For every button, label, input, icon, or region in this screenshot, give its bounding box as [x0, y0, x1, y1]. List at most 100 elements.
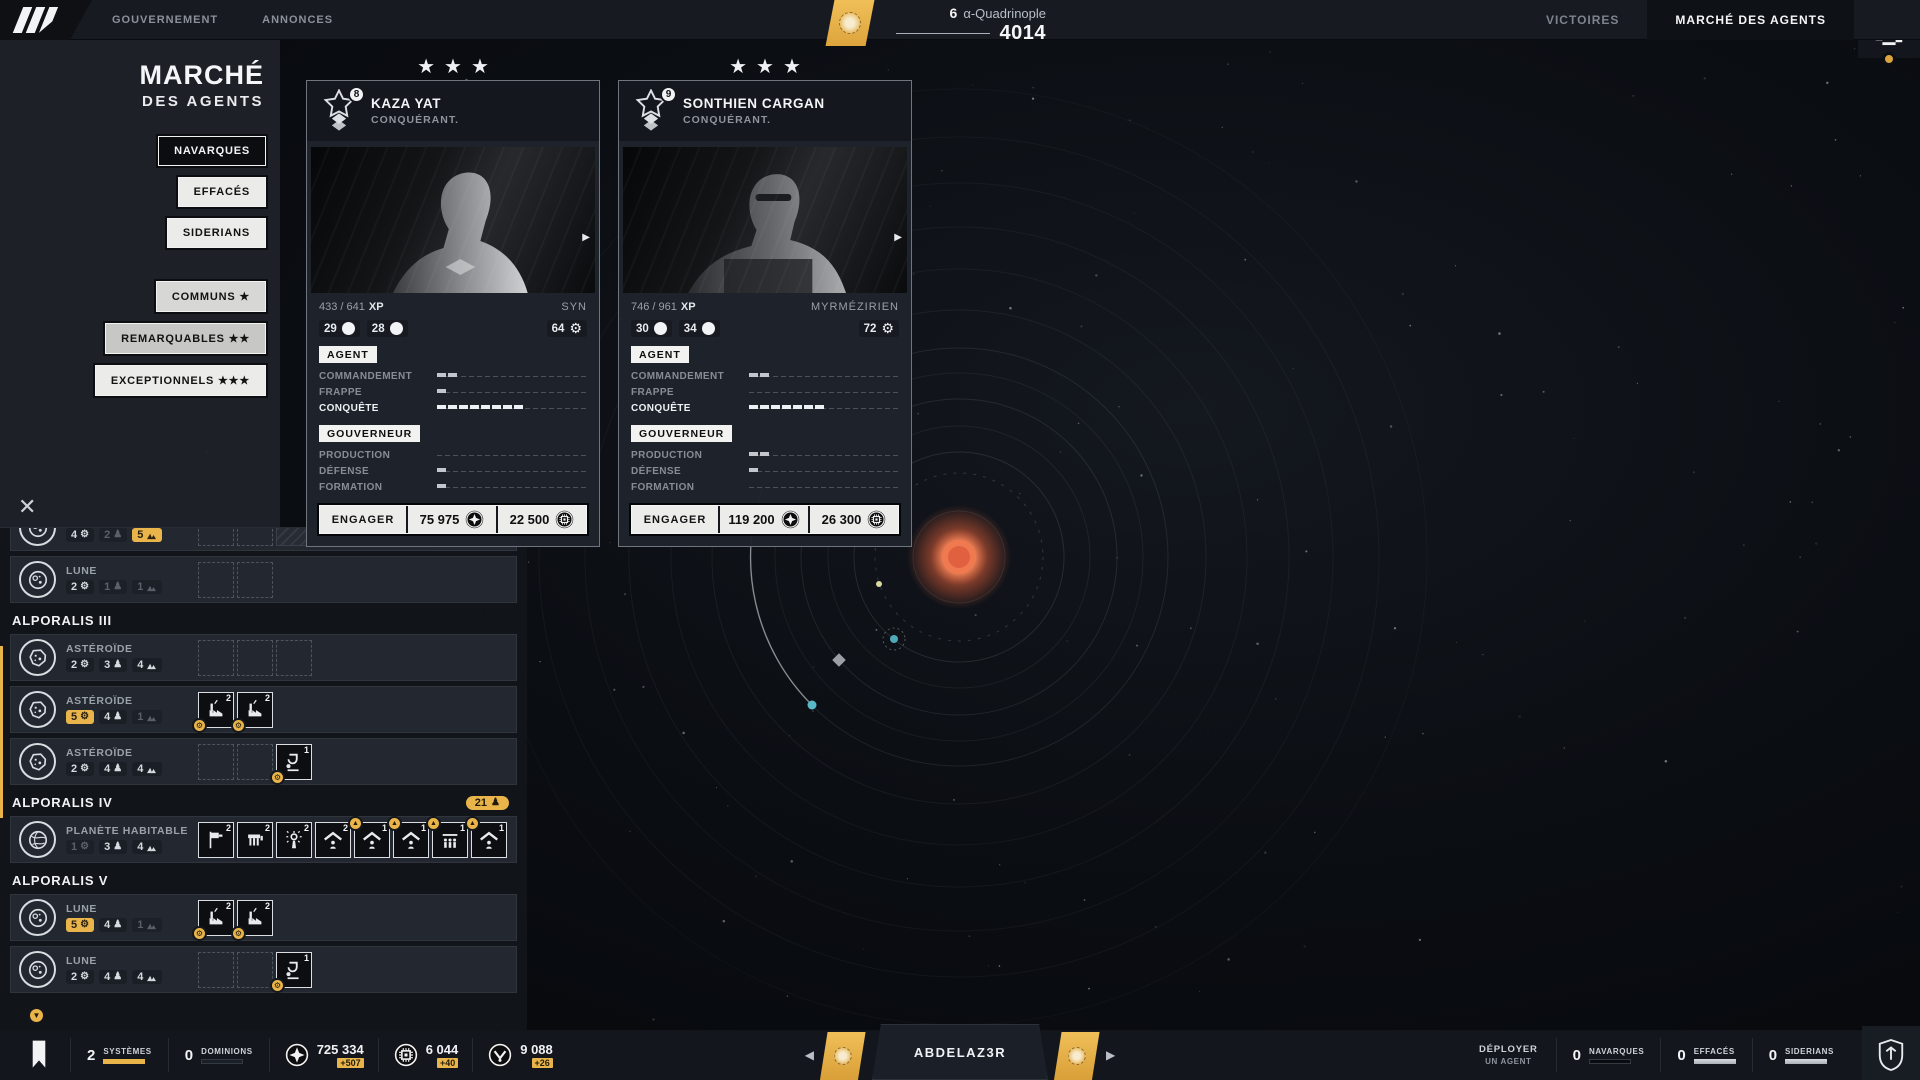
portrait-next-arrow[interactable]: ▶	[582, 232, 590, 243]
slot-factory[interactable]: 2⚙	[198, 900, 234, 936]
colony-row[interactable]: ASTÉROÏDE2⚙3♟4	[10, 634, 517, 681]
tab-victoires[interactable]: VICTOIRES	[1518, 0, 1647, 40]
agent-card[interactable]: ★★★8KAZA YATCONQUÉRANT.▶433 / 641XPSYN29…	[306, 80, 600, 547]
section-header: ALPORALIS V	[12, 873, 509, 888]
player-banner-left[interactable]	[820, 1032, 866, 1080]
filter-button-effacés[interactable]: EFFACÉS	[178, 177, 266, 207]
stat-name: FORMATION	[319, 482, 437, 493]
colony-row[interactable]: ASTÉROÏDE2⚙4♟41⚙	[10, 738, 517, 785]
next-player-arrow[interactable]: ▶	[1106, 1048, 1115, 1062]
player-banner-right[interactable]	[1054, 1032, 1100, 1080]
scroll-down-button[interactable]: ▼	[28, 1007, 45, 1024]
body-icon-moon	[19, 527, 56, 546]
flag-icon	[205, 829, 227, 851]
section-name: ALPORALIS IV	[12, 795, 113, 810]
filter-button-exceptionnels[interactable]: EXCEPTIONNELS ★★★	[95, 365, 266, 396]
xp-label: XP	[681, 301, 696, 313]
slot-empty[interactable]	[198, 562, 234, 598]
stat-bar	[437, 468, 587, 474]
slot-crane[interactable]: 1⚙	[276, 744, 312, 780]
slot-empty[interactable]	[276, 640, 312, 676]
engage-button[interactable]: ENGAGER	[320, 506, 408, 533]
stat-segment	[459, 405, 468, 409]
body-icon-asteroid	[19, 639, 56, 676]
filter-button-communs[interactable]: COMMUNS ★	[156, 281, 266, 312]
deploy-agent-button[interactable]: DÉPLOYER UN AGENT	[1461, 1044, 1556, 1066]
stat-bar	[749, 389, 899, 395]
slot-empty[interactable]	[198, 744, 234, 780]
slot-factory[interactable]: 2⚙	[237, 900, 273, 936]
slot-empty[interactable]	[237, 527, 273, 546]
agent-faction: MYRMÉZIRIEN	[811, 301, 899, 313]
agent-name: KAZA YAT	[371, 96, 459, 111]
colony-row[interactable]: LUNE2⚙4♟41⚙	[10, 946, 517, 993]
notification-dot[interactable]	[1882, 52, 1896, 66]
slot-factory[interactable]: 2⚙	[198, 692, 234, 728]
filter-button-siderians[interactable]: SIDERIANS	[167, 218, 266, 248]
colony-row[interactable]: LUNE5⚙4♟12⚙2⚙	[10, 894, 517, 941]
engage-button[interactable]: ENGAGER	[632, 506, 720, 533]
scrollbar-indicator[interactable]	[0, 646, 3, 818]
section-header: ALPORALIS III	[12, 613, 509, 628]
menu-item-gouvernement[interactable]: GOUVERNEMENT	[112, 14, 218, 26]
price-credits-value: 119 200	[728, 512, 774, 527]
bottom-right-cluster: DÉPLOYER UN AGENT 0NAVARQUES0EFFACÉS0SID…	[1461, 1030, 1920, 1080]
game-logo[interactable]	[0, 0, 92, 40]
counter-value: 2	[87, 1047, 95, 1064]
building-slots: 22221▲1▲1▲1▲	[198, 822, 507, 858]
filter-button-navarques[interactable]: NAVARQUES	[158, 136, 266, 166]
slot-empty[interactable]	[198, 952, 234, 988]
colony-row[interactable]: PLANÈTE HABITABLE1⚙3♟422221▲1▲1▲1▲	[10, 816, 517, 863]
agent-count-siderians: 0SIDERIANS	[1752, 1038, 1850, 1072]
agent-stars: ★★★	[619, 54, 911, 79]
agents-roster-button[interactable]	[1862, 1026, 1920, 1080]
stat-segment	[771, 405, 780, 409]
slot-empty[interactable]	[237, 744, 273, 780]
colony-chips: 2⚙3♟4	[66, 658, 188, 672]
slot-house[interactable]: 1▲	[393, 822, 429, 858]
prev-player-arrow[interactable]: ◀	[805, 1048, 814, 1062]
slot-flag[interactable]: 2	[198, 822, 234, 858]
slot-house[interactable]: 1▲	[471, 822, 507, 858]
stat-segment	[760, 405, 769, 409]
slot-empty[interactable]	[237, 952, 273, 988]
close-button[interactable]: ✕	[18, 494, 36, 520]
person-icon: ♟	[113, 920, 122, 930]
slot-empty[interactable]	[237, 562, 273, 598]
slot-beacon[interactable]: 2	[276, 822, 312, 858]
building-slots: 2⚙2⚙	[198, 692, 273, 728]
colony-row[interactable]: LUNE2⚙1♟1	[10, 556, 517, 603]
agent-count-label-col: SIDERIANS	[1785, 1047, 1834, 1064]
slot-house[interactable]: 2	[315, 822, 351, 858]
turn-banner[interactable]	[826, 0, 875, 46]
portrait-next-arrow[interactable]: ▶	[894, 232, 902, 243]
stat-segment	[760, 452, 769, 456]
stat-group-label: AGENT	[631, 346, 689, 363]
colony-type: ASTÉROÏDE	[66, 695, 188, 707]
agent-card[interactable]: ★★★9SONTHIEN CARGANCONQUÉRANT.▶746 / 961…	[618, 80, 912, 547]
agent-identity: KAZA YATCONQUÉRANT.	[371, 96, 459, 126]
slot-empty[interactable]	[198, 527, 234, 546]
menu-item-annonces[interactable]: ANNONCES	[262, 14, 333, 26]
skill-token: 64⚙	[547, 320, 587, 337]
trait-token: 34	[679, 320, 720, 337]
slot-people[interactable]: 1▲	[432, 822, 468, 858]
colony-info: LUNE2⚙1♟1	[66, 565, 188, 594]
player-name-plaque[interactable]: ABDELAZ3R	[872, 1024, 1048, 1080]
bookmark-icon[interactable]	[30, 1038, 48, 1072]
person-icon: ♟	[113, 530, 122, 540]
stat-row-formation: FORMATION	[319, 479, 587, 495]
chip-person: 3♟	[99, 658, 127, 672]
slot-depot[interactable]: 2	[237, 822, 273, 858]
filter-button-remarquables[interactable]: REMARQUABLES ★★	[105, 323, 266, 354]
slot-house[interactable]: 1▲	[354, 822, 390, 858]
engage-row: ENGAGER119 20026 300	[631, 505, 899, 534]
slot-crane[interactable]: 1⚙	[276, 952, 312, 988]
slot-factory[interactable]: 2⚙	[237, 692, 273, 728]
stat-segment	[749, 452, 758, 456]
tab-marché-des-agents[interactable]: MARCHÉ DES AGENTS	[1647, 0, 1854, 40]
colony-row[interactable]: ASTÉROÏDE5⚙4♟12⚙2⚙	[10, 686, 517, 733]
slot-empty[interactable]	[237, 640, 273, 676]
slot-empty[interactable]	[198, 640, 234, 676]
slot-count: 2	[304, 823, 309, 833]
